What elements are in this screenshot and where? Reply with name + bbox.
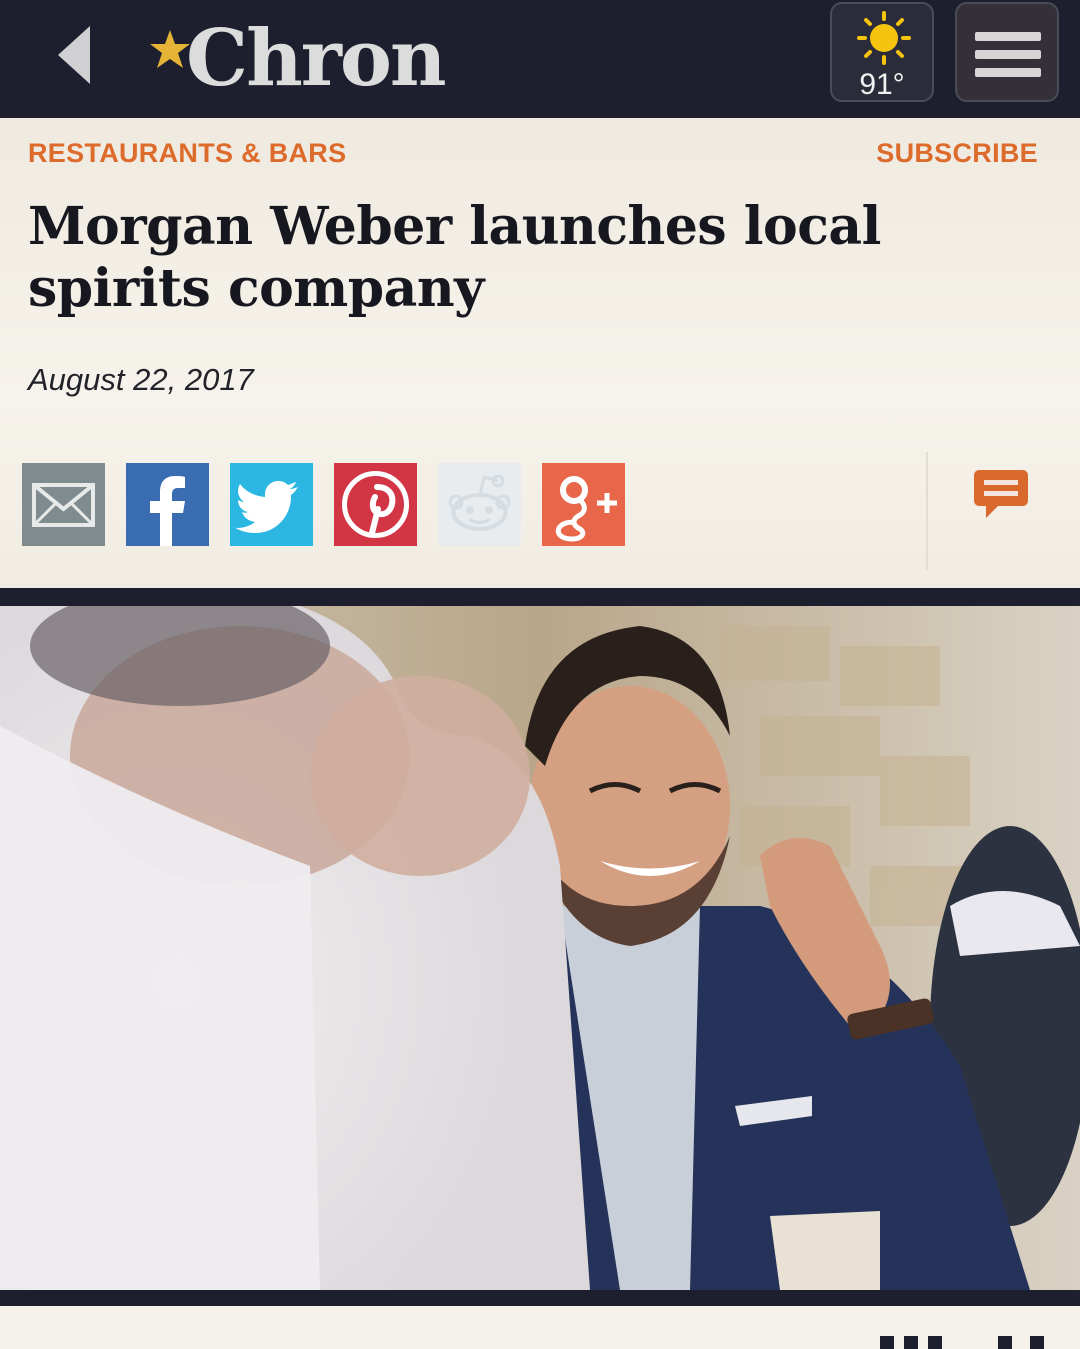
section-link[interactable]: RESTAURANTS & BARS [28,138,346,169]
partial-logo-icon [880,1336,1044,1349]
weather-button[interactable]: 91° [830,2,934,102]
chron-logo[interactable]: Chron [148,13,447,104]
menu-button[interactable] [955,2,1059,102]
google-plus-icon [542,463,625,546]
speech-bubble-icon [974,470,1028,518]
sun-icon [857,11,911,65]
hamburger-menu-icon-line [975,68,1041,77]
googleplus-share-button[interactable] [542,463,625,546]
facebook-share-button[interactable] [126,463,209,546]
temperature-label: 91° [859,68,905,101]
photo-frame-bottom [0,1290,1080,1306]
envelope-icon [22,463,105,546]
hamburger-menu-icon [975,32,1041,41]
comments-button[interactable] [972,466,1030,522]
logo-text: Chron [186,13,447,104]
article-photo-image [0,606,1080,1290]
photo-frame-top [0,588,1080,606]
subscribe-link[interactable]: SUBSCRIBE [876,138,1038,169]
article-date: August 22, 2017 [28,362,254,397]
chevron-left-icon [58,26,90,84]
article-headline: Morgan Weber launches local spirits comp… [28,196,881,319]
reddit-icon [438,463,521,546]
hamburger-menu-icon-line [975,50,1041,59]
pinterest-icon [334,463,417,546]
twitter-share-button[interactable] [230,463,313,546]
article-photo[interactable] [0,606,1080,1290]
back-button[interactable] [52,24,102,86]
pinterest-share-button[interactable] [334,463,417,546]
email-share-button[interactable] [22,463,105,546]
reddit-share-button[interactable] [438,463,521,546]
twitter-icon [230,463,313,546]
share-divider [926,452,928,570]
facebook-icon [126,463,209,546]
